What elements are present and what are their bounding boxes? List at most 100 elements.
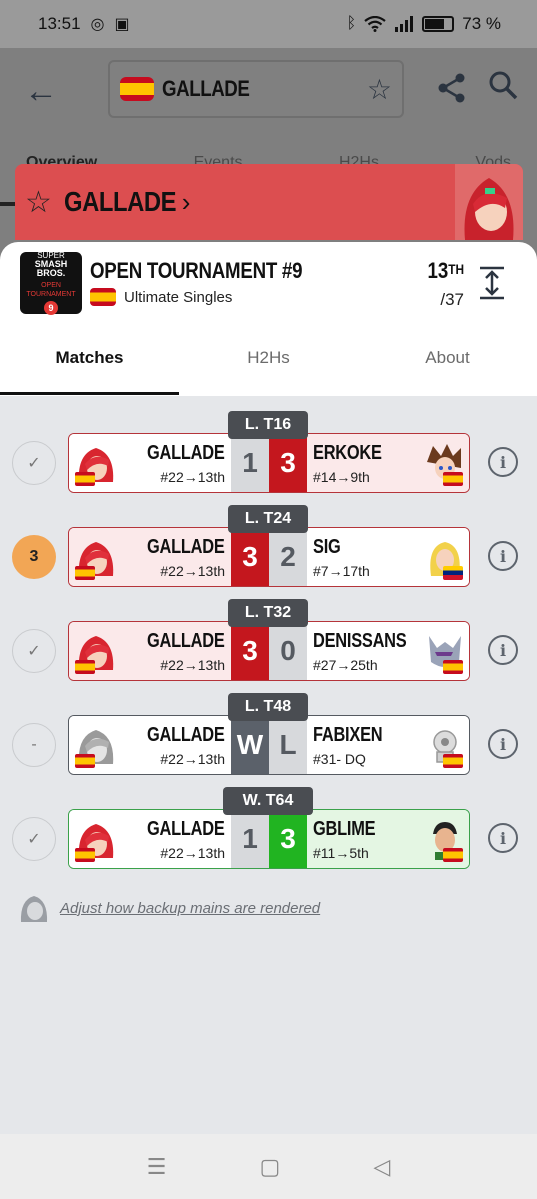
player1-side: GALLADE #22→13th	[69, 622, 231, 680]
player2-side: FABIXEN #31- DQ	[307, 716, 469, 774]
character-silhouette-icon	[20, 896, 48, 922]
player2-side: ERKOKE #14→9th	[307, 434, 469, 492]
battery-percent: 73 %	[462, 14, 501, 33]
matches-list: L. T16 ✓ GALLADE #22→13th 1 3 ERKOKE #14…	[0, 396, 537, 1134]
spain-flag-icon	[75, 754, 95, 768]
player2-name: SIG	[313, 536, 341, 558]
spain-flag-icon	[443, 472, 463, 486]
player2-side: SIG #7→17th	[307, 528, 469, 586]
status-check-icon: ✓	[12, 817, 56, 861]
tournament-name: OPEN TOURNAMENT #9	[90, 258, 303, 283]
player-name: GALLADE	[63, 186, 176, 217]
player2-score: 0	[269, 622, 307, 680]
logo-number: 9	[44, 301, 58, 315]
tab-matches[interactable]: Matches	[0, 346, 179, 396]
venezuela-flag-icon	[443, 566, 463, 580]
info-icon[interactable]: i	[488, 635, 518, 665]
back-arrow-icon[interactable]: ←	[24, 72, 58, 111]
search-icon[interactable]	[488, 70, 518, 100]
favorite-star-icon[interactable]: ☆	[25, 185, 52, 220]
player2-seed: #31- DQ	[313, 751, 366, 767]
player2-side: GBLIME #11→5th	[307, 810, 469, 868]
spain-flag-icon	[75, 472, 95, 486]
signal-icon	[395, 16, 414, 32]
match-card[interactable]: GALLADE #22→13th 3 0 DENISSANS #27→25th	[68, 621, 470, 681]
player2-name: DENISSANS	[313, 630, 407, 652]
player1-seed: #22→13th	[160, 657, 225, 673]
chevron-right-icon: ›	[181, 186, 191, 217]
spain-flag-icon	[120, 77, 154, 101]
info-icon[interactable]: i	[488, 447, 518, 477]
player2-name: GBLIME	[313, 818, 376, 840]
player2-score: L	[269, 716, 307, 774]
round-label: L. T16	[228, 411, 308, 439]
spain-flag-icon	[75, 566, 95, 580]
match-row: L. T24 3 GALLADE #22→13th 3 2 SIG #7→17t…	[0, 505, 537, 589]
player1-name: GALLADE	[147, 630, 225, 652]
match-card[interactable]: GALLADE #22→13th 1 3 GBLIME #11→5th	[68, 809, 470, 869]
backup-mains-link[interactable]: Adjust how backup mains are rendered	[60, 900, 320, 917]
player2-name: FABIXEN	[313, 724, 383, 746]
placement: 13TH /37	[408, 258, 464, 310]
match-row: L. T48 - GALLADE #22→13th W L FABIXEN #3…	[0, 693, 537, 777]
spain-flag-icon	[75, 848, 95, 862]
share-icon[interactable]	[436, 72, 468, 104]
player2-score: 3	[269, 810, 307, 868]
logo-text-3: OPEN TOURNAMENT	[26, 282, 76, 298]
player1-score: 1	[231, 434, 269, 492]
player1-seed: #22→13th	[160, 469, 225, 485]
expand-icon[interactable]	[478, 266, 506, 300]
tournament-logo: SUPER SMASH BROS. OPEN TOURNAMENT 9	[20, 251, 82, 315]
placement-total: /37	[440, 290, 464, 309]
twitch-icon: ▣	[114, 16, 130, 33]
player-bar[interactable]: ☆ GALLADE ›	[15, 164, 523, 240]
status-time: 13:51	[38, 14, 81, 33]
match-card[interactable]: GALLADE #22→13th W L FABIXEN #31- DQ	[68, 715, 470, 775]
player2-seed: #27→25th	[313, 657, 378, 673]
spain-flag-icon	[443, 848, 463, 862]
whatsapp-icon: ◎	[90, 16, 105, 33]
recents-icon[interactable]: ☰	[147, 1154, 167, 1180]
player2-seed: #14→9th	[313, 469, 370, 485]
match-row: W. T64 ✓ GALLADE #22→13th 1 3 GBLIME #11…	[0, 787, 537, 871]
player2-name: ERKOKE	[313, 442, 382, 464]
event-row: Ultimate Singles	[90, 288, 232, 306]
player1-side: GALLADE #22→13th	[69, 810, 231, 868]
spain-flag-icon	[443, 754, 463, 768]
player1-score: 3	[231, 622, 269, 680]
player1-seed: #22→13th	[160, 845, 225, 861]
player2-side: DENISSANS #27→25th	[307, 622, 469, 680]
search-input[interactable]: GALLADE ☆	[108, 60, 404, 118]
player2-score: 3	[269, 434, 307, 492]
match-card[interactable]: GALLADE #22→13th 1 3 ERKOKE #14→9th	[68, 433, 470, 493]
home-icon[interactable]: ▢	[259, 1154, 280, 1180]
backup-mains-note[interactable]: Adjust how backup mains are rendered	[18, 892, 320, 924]
spain-flag-icon	[75, 660, 95, 674]
info-icon[interactable]: i	[488, 729, 518, 759]
info-icon[interactable]: i	[488, 541, 518, 571]
status-check-icon: ✓	[12, 629, 56, 673]
system-nav-bar: ☰ ▢ ◁	[0, 1134, 537, 1199]
player1-side: GALLADE #22→13th	[69, 434, 231, 492]
tab-about[interactable]: About	[358, 346, 537, 396]
player2-seed: #7→17th	[313, 563, 370, 579]
player1-name: GALLADE	[147, 724, 225, 746]
round-label: L. T24	[228, 505, 308, 533]
tab-h2hs[interactable]: H2Hs	[179, 346, 358, 396]
character-portrait	[455, 164, 523, 240]
star-icon[interactable]: ☆	[367, 73, 392, 106]
bluetooth-icon: ᛒ	[346, 15, 357, 32]
status-bar: 13:51 ◎ ▣ ᛒ 73 %	[0, 0, 537, 48]
player2-seed: #11→5th	[313, 845, 369, 861]
round-label: W. T64	[223, 787, 313, 815]
status-check-icon: ✓	[12, 441, 56, 485]
search-value: GALLADE	[162, 76, 250, 101]
wifi-icon	[364, 16, 386, 32]
tab-indicator	[0, 392, 179, 395]
match-row: L. T32 ✓ GALLADE #22→13th 3 0 DENISSANS …	[0, 599, 537, 683]
match-card[interactable]: GALLADE #22→13th 3 2 SIG #7→17th	[68, 527, 470, 587]
info-icon[interactable]: i	[488, 823, 518, 853]
back-icon[interactable]: ◁	[373, 1154, 390, 1180]
round-label: L. T48	[228, 693, 308, 721]
logo-text-2: SMASH BROS.	[34, 259, 68, 278]
